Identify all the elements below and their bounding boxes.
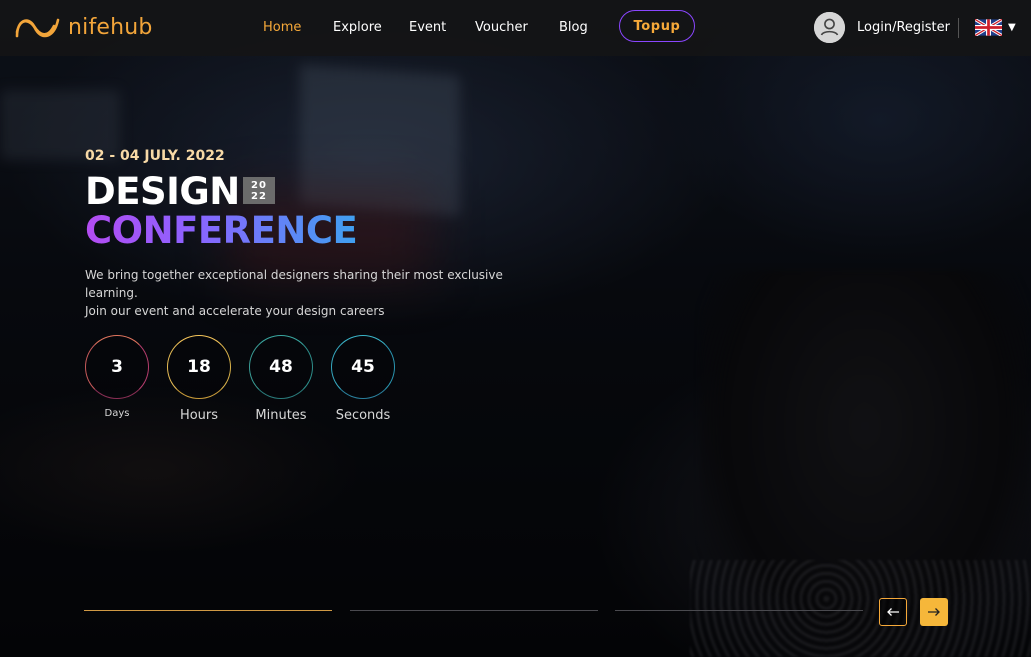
hero-title-design: DESIGN <box>85 170 240 213</box>
nav-voucher[interactable]: Voucher <box>475 20 528 35</box>
hero-title-conference: CONFERENCE <box>85 209 358 252</box>
countdown-seconds: 45 Seconds <box>331 335 395 423</box>
countdown-ring: 45 <box>331 335 395 399</box>
slider-next-button[interactable] <box>920 598 948 626</box>
nav-home[interactable]: Home <box>263 20 301 35</box>
slide-indicator[interactable] <box>615 610 863 611</box>
brand-logo[interactable]: nifehub <box>14 12 153 42</box>
event-date: 02 - 04 JULY. 2022 <box>85 148 225 164</box>
slide-indicator[interactable] <box>350 610 598 611</box>
year-badge: 20 22 <box>243 177 275 204</box>
countdown-ring: 3 <box>85 335 149 399</box>
nav-explore[interactable]: Explore <box>333 20 382 35</box>
countdown-ring: 18 <box>167 335 231 399</box>
dark-overlay <box>0 0 1031 657</box>
countdown-hours: 18 Hours <box>167 335 231 423</box>
year-badge-bottom: 22 <box>251 191 267 202</box>
brand-name: nifehub <box>68 14 153 40</box>
countdown-label: Seconds <box>335 408 391 423</box>
slide-indicator-active[interactable] <box>84 610 332 611</box>
user-icon <box>814 12 845 43</box>
arrow-right-icon <box>928 608 940 616</box>
countdown-label: Minutes <box>255 408 307 423</box>
year-badge-top: 20 <box>251 180 267 191</box>
countdown-label: Hours <box>179 408 219 423</box>
arrow-left-icon <box>887 608 899 616</box>
hero-description: We bring together exceptional designers … <box>85 266 555 320</box>
nifehub-logo-icon <box>15 18 60 38</box>
nav-blog[interactable]: Blog <box>559 20 588 35</box>
hero-description-line: We bring together exceptional designers … <box>85 268 503 300</box>
login-register-link[interactable]: Login/Register <box>857 20 950 35</box>
countdown-days: 3 Days <box>85 335 149 419</box>
slider-prev-button[interactable] <box>879 598 907 626</box>
header-divider <box>958 18 959 38</box>
countdown-ring: 48 <box>249 335 313 399</box>
countdown-minutes: 48 Minutes <box>249 335 313 423</box>
user-avatar-icon[interactable] <box>814 12 845 43</box>
hero-description-line: Join our event and accelerate your desig… <box>85 304 385 318</box>
hero-background <box>0 0 1031 657</box>
top-navbar: nifehub Home Explore Event Voucher Blog … <box>0 0 1031 56</box>
chevron-down-icon[interactable]: ▼ <box>1008 22 1016 33</box>
uk-flag-icon[interactable] <box>975 19 1002 36</box>
countdown-label: Days <box>104 408 130 419</box>
nav-event[interactable]: Event <box>409 20 446 35</box>
topup-button[interactable]: Topup <box>619 10 695 42</box>
